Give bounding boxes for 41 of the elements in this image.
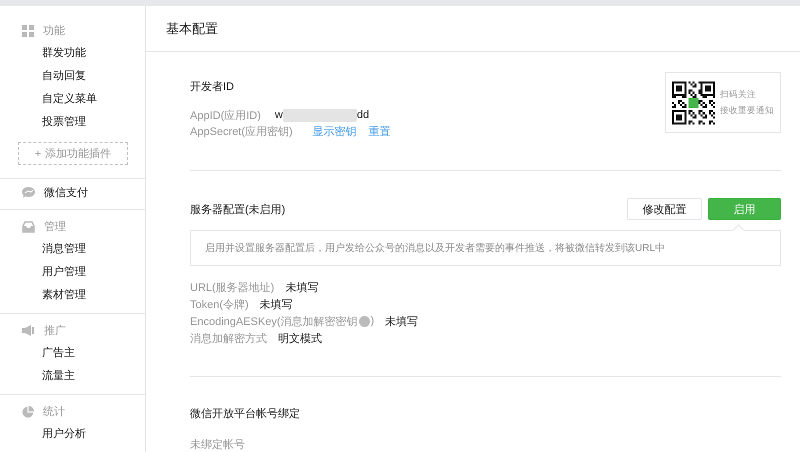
chat-bubble-icon (22, 187, 35, 198)
field-label: URL(服务器地址) (190, 280, 274, 294)
sidebar-item[interactable]: 消息管理 (0, 238, 90, 261)
sidebar-link[interactable]: 微信支付 (44, 185, 88, 200)
field-label: EncodingAESKey(消息加解密密钥 (190, 314, 358, 328)
sidebar-item[interactable]: 广告主 (0, 342, 79, 365)
field-label: 消息加解密方式 (190, 332, 267, 346)
sidebar-item[interactable]: 群发功能 (0, 42, 90, 65)
sidebar-item[interactable]: 自动回复 (0, 65, 90, 88)
qr-caption: 扫码关注 (720, 88, 757, 100)
app-id-start: w (274, 109, 283, 121)
sidebar-item[interactable]: 自定义菜单 (0, 88, 101, 111)
page-title: 基本配置 (166, 20, 218, 38)
binding-status: 未绑定帐号 (190, 438, 246, 452)
sidebar-item[interactable]: 用户管理 (0, 261, 90, 284)
field-value: 未填写 (385, 314, 418, 328)
field-label: AppID(应用ID) (190, 108, 261, 122)
section-title: 微信开放平台帐号绑定 (190, 406, 301, 421)
field-label: Token(令牌) (190, 298, 249, 312)
field-label: ) (370, 315, 374, 327)
sidebar-section-title: 功能 (43, 24, 65, 38)
sidebar-item[interactable]: 用户分析 (0, 423, 90, 446)
edit-button[interactable]: 修改配置 (627, 198, 702, 220)
inbox-icon (22, 220, 35, 232)
sidebar-item[interactable]: 投票管理 (0, 111, 90, 134)
sidebar-section-title: 统计 (43, 404, 65, 419)
section-title: 服务器配置(未启用) (190, 202, 286, 216)
sidebar-item[interactable]: 流量主 (0, 365, 79, 388)
section-title: 开发者ID (190, 80, 235, 94)
field-label: AppSecret(应用密钥) (190, 124, 293, 138)
sidebar-item[interactable]: 素材管理 (0, 284, 90, 307)
sidebar-section-title: 管理 (44, 220, 66, 234)
sidebar-section-title: 推广 (44, 324, 66, 338)
qr-caption: 接收重要通知 (720, 104, 774, 116)
grid-icon (22, 24, 34, 36)
field-value: 明文模式 (278, 332, 322, 346)
app-id-end: dd (356, 109, 370, 121)
field-value: 未填写 (260, 298, 293, 312)
pie-chart-icon (22, 406, 34, 418)
field-value: 未填写 (285, 280, 318, 294)
megaphone-icon (22, 325, 35, 336)
